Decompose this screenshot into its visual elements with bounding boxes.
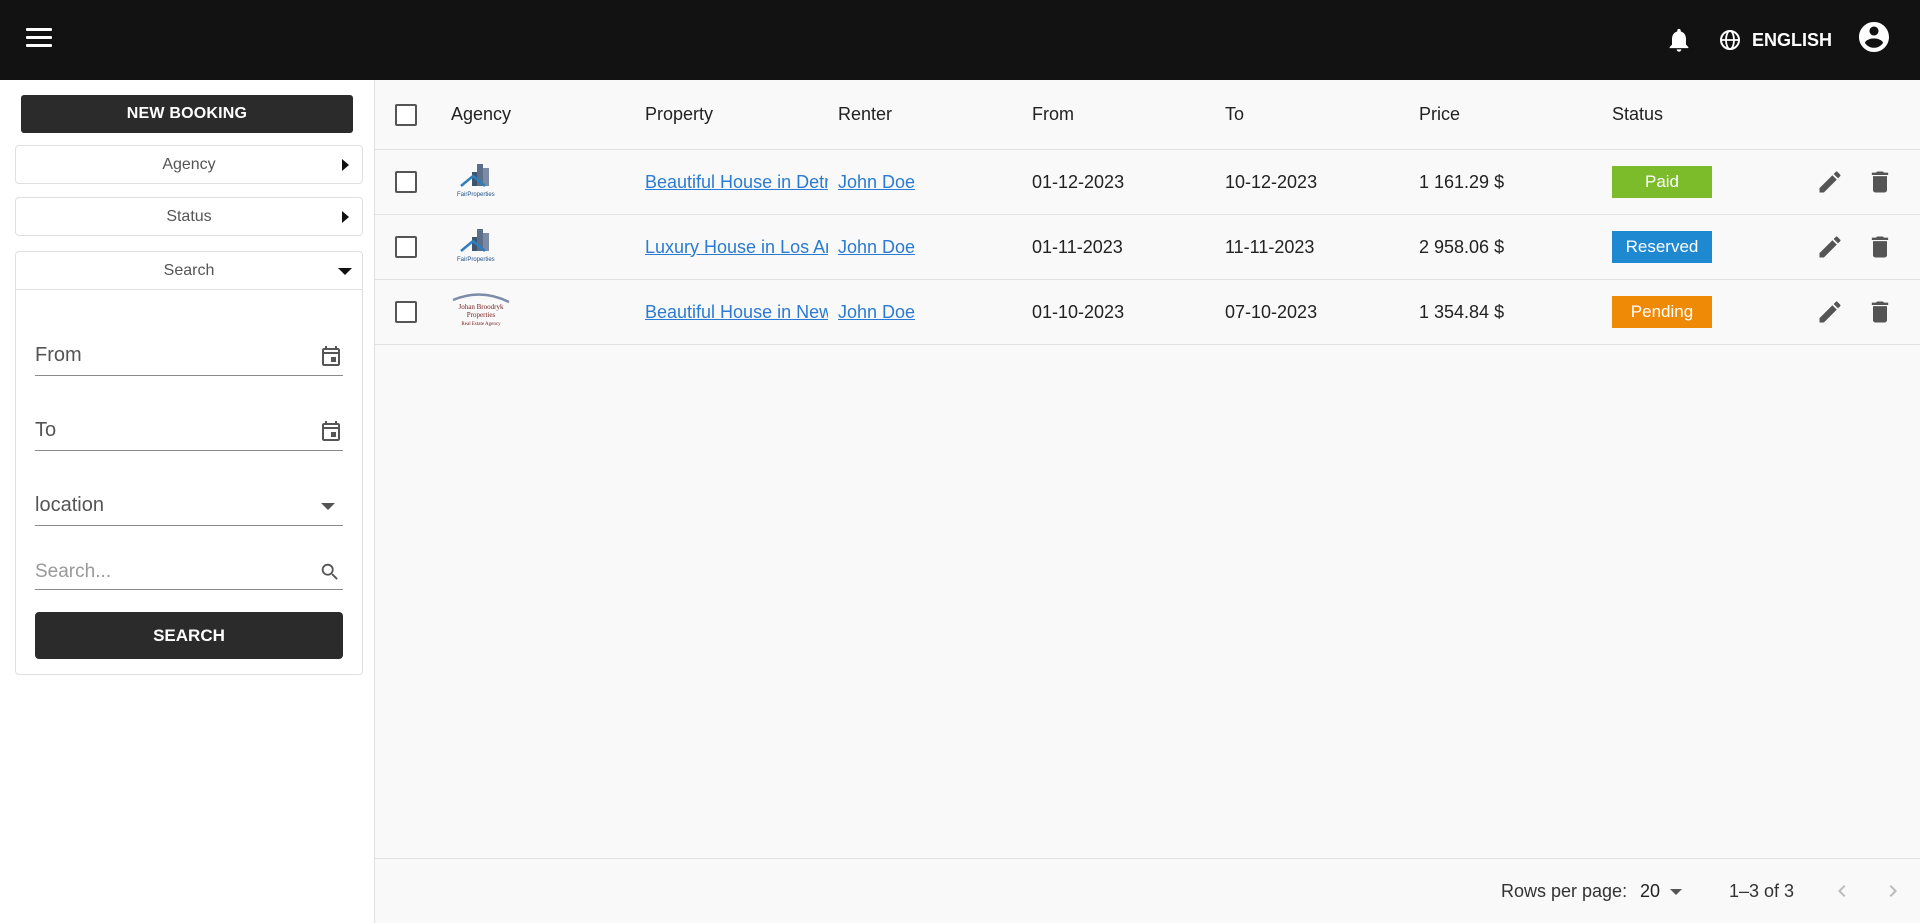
- bell-icon[interactable]: [1665, 26, 1693, 54]
- from-date: 01-12-2023: [1032, 171, 1125, 192]
- to-date: 07-10-2023: [1225, 301, 1318, 322]
- column-price[interactable]: Price: [1419, 80, 1460, 149]
- column-agency[interactable]: Agency: [451, 80, 511, 149]
- status-badge: Paid: [1612, 166, 1712, 198]
- from-date-field[interactable]: From: [35, 336, 343, 376]
- next-page-icon[interactable]: [1881, 879, 1905, 903]
- column-to[interactable]: To: [1225, 80, 1244, 149]
- search-filter[interactable]: Search: [15, 251, 363, 290]
- table-row: FairProperties Luxury House in Los Angel…: [375, 215, 1920, 280]
- edit-icon[interactable]: [1816, 233, 1844, 261]
- agency-logo[interactable]: FairProperties: [451, 150, 511, 214]
- row-checkbox[interactable]: [395, 171, 417, 193]
- search-button[interactable]: SEARCH: [35, 612, 343, 659]
- account-icon[interactable]: [1856, 19, 1892, 55]
- svg-text:FairProperties: FairProperties: [457, 192, 495, 198]
- calendar-icon[interactable]: [319, 343, 343, 369]
- menu-icon[interactable]: [26, 28, 52, 50]
- price: 1 354.84 $: [1419, 301, 1505, 322]
- status-badge: Pending: [1612, 296, 1712, 328]
- chevron-down-icon: [1670, 888, 1683, 895]
- delete-icon[interactable]: [1866, 233, 1894, 261]
- language-selector[interactable]: ENGLISH: [1718, 25, 1832, 55]
- property-link[interactable]: Beautiful House in New York: [645, 280, 828, 344]
- sidebar: NEW BOOKING Agency Status Search From To…: [0, 80, 375, 923]
- to-date-field[interactable]: To: [35, 411, 343, 451]
- chevron-right-icon: [342, 159, 349, 171]
- svg-text:FairProperties: FairProperties: [457, 257, 495, 263]
- location-label: location: [35, 494, 104, 516]
- renter-link[interactable]: John Doe: [838, 150, 915, 214]
- agency-filter-label: Agency: [162, 155, 216, 173]
- bookings-grid: Agency Property Renter From To Price Sta…: [375, 80, 1920, 923]
- to-date-label: To: [35, 419, 57, 441]
- from-date: 01-10-2023: [1032, 301, 1125, 322]
- from-date-label: From: [35, 344, 82, 366]
- dropdown-arrow-icon: [321, 503, 335, 510]
- status-filter[interactable]: Status: [15, 197, 363, 236]
- chevron-right-icon: [342, 211, 349, 223]
- column-renter[interactable]: Renter: [838, 80, 892, 149]
- search-filter-label: Search: [163, 261, 215, 279]
- language-label: ENGLISH: [1752, 29, 1833, 50]
- delete-icon[interactable]: [1866, 298, 1894, 326]
- pagination-range: 1–3 of 3: [1729, 881, 1795, 901]
- location-select[interactable]: location: [35, 486, 343, 526]
- row-checkbox[interactable]: [395, 236, 417, 258]
- previous-page-icon[interactable]: [1830, 879, 1854, 903]
- status-badge: Reserved: [1612, 231, 1712, 263]
- renter-link[interactable]: John Doe: [838, 215, 915, 279]
- renter-link[interactable]: John Doe: [838, 280, 915, 344]
- agency-filter[interactable]: Agency: [15, 145, 363, 184]
- svg-text:Real Estate Agency: Real Estate Agency: [461, 322, 501, 327]
- svg-text:Johan Broodryk: Johan Broodryk: [459, 303, 504, 311]
- fairproperties-logo: FairProperties: [457, 164, 495, 198]
- edit-icon[interactable]: [1816, 168, 1844, 196]
- rows-per-page-value: 20: [1640, 881, 1661, 901]
- search-input[interactable]: Search...: [35, 550, 343, 590]
- agency-logo[interactable]: Johan Broodryk Properties Real Estate Ag…: [451, 280, 511, 344]
- bookings-table: Agency Property Renter From To Price Sta…: [375, 80, 1920, 345]
- svg-text:Properties: Properties: [467, 311, 496, 319]
- chevron-down-icon: [338, 268, 352, 275]
- table-row: FairProperties Beautiful House in Detroi…: [375, 150, 1920, 215]
- to-date: 11-11-2023: [1225, 236, 1315, 257]
- price: 2 958.06 $: [1419, 236, 1505, 257]
- app-bar: ENGLISH: [0, 0, 1920, 80]
- johan-broodryk-logo: Johan Broodryk Properties Real Estate Ag…: [452, 293, 510, 327]
- agency-logo[interactable]: FairProperties: [451, 215, 511, 279]
- edit-icon[interactable]: [1816, 298, 1844, 326]
- column-property[interactable]: Property: [645, 80, 713, 149]
- table-row: Johan Broodryk Properties Real Estate Ag…: [375, 280, 1920, 345]
- search-panel: From To location Search... SEARCH: [15, 290, 363, 675]
- column-from[interactable]: From: [1032, 80, 1074, 149]
- fairproperties-logo: FairProperties: [457, 229, 495, 263]
- property-link[interactable]: Luxury House in Los Angeles: [645, 215, 828, 279]
- rows-per-page-select[interactable]: 20: [1640, 859, 1683, 924]
- row-checkbox[interactable]: [395, 301, 417, 323]
- search-placeholder: Search...: [35, 561, 112, 582]
- delete-icon[interactable]: [1866, 168, 1894, 196]
- status-filter-label: Status: [166, 207, 212, 225]
- column-status[interactable]: Status: [1612, 80, 1663, 149]
- table-header: Agency Property Renter From To Price Sta…: [375, 80, 1920, 150]
- property-link[interactable]: Beautiful House in Detroit: [645, 150, 828, 214]
- search-icon[interactable]: [319, 561, 341, 583]
- to-date: 10-12-2023: [1225, 171, 1318, 192]
- price: 1 161.29 $: [1419, 171, 1505, 192]
- calendar-icon[interactable]: [319, 418, 343, 444]
- select-all-checkbox[interactable]: [395, 103, 417, 126]
- new-booking-button[interactable]: NEW BOOKING: [21, 95, 353, 133]
- pagination-footer: Rows per page: 20 1–3 of 3: [375, 858, 1920, 923]
- rows-per-page-label: Rows per page:: [1501, 881, 1628, 901]
- globe-icon: [1720, 30, 1740, 50]
- from-date: 01-11-2023: [1032, 236, 1123, 257]
